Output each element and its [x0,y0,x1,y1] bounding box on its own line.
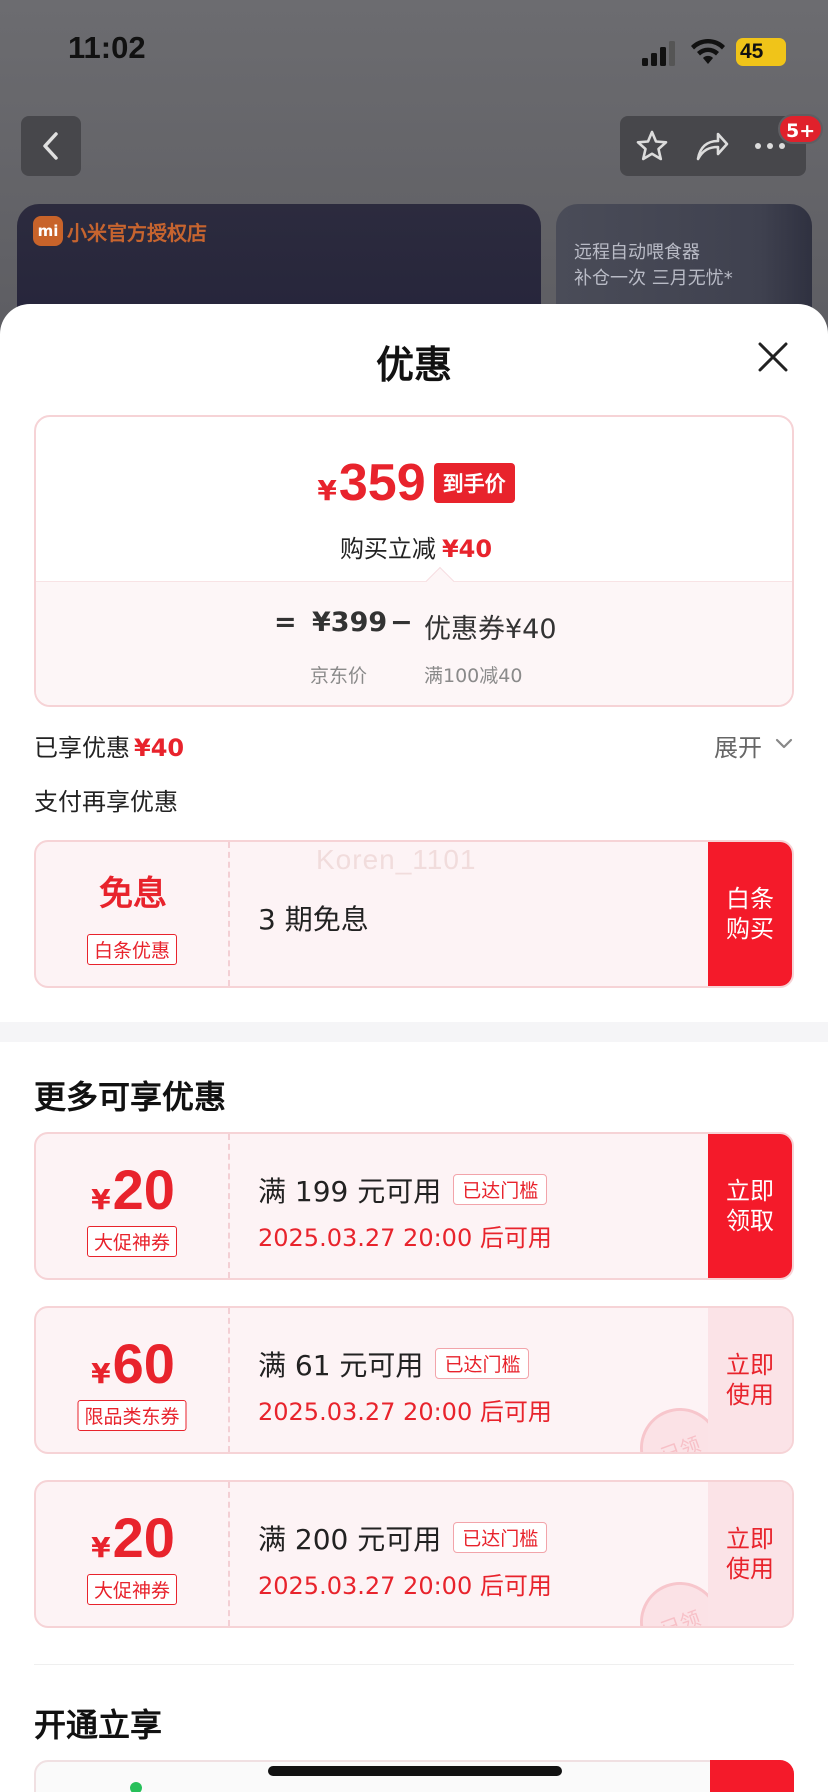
sheet-title: 优惠 [375,343,452,387]
coupon-condition-text: 满 61 元可用 [258,1349,424,1382]
status-time: 11:02 [68,30,146,65]
watermark: Koren_1101 [316,844,477,875]
chevron-down-icon[interactable] [774,736,794,752]
background-page: 11:02 45 5+ mi 小米官方授权店 远程自动喂食器 补仓一次 三月无忧… [0,0,828,364]
reduction-label: 购买立减 [339,535,436,563]
coupon-value: ¥60 [36,1334,230,1394]
final-price-currency: ¥ [317,474,337,507]
more-offers-title: 更多可享优惠 [34,1078,227,1116]
coupon-value-section: ¥60 限品类东券 [36,1308,230,1452]
coupon-valid-time: 2025.03.27 20:00 后可用 [258,1224,552,1252]
coupon-deduction: 优惠券¥40 [424,614,557,645]
back-icon [43,132,58,160]
interest-free-left: 免息 白条优惠 [36,842,230,986]
message-badge: 5+ [778,114,824,144]
coupon-currency: ¥ [91,1183,111,1216]
wifi-icon [691,38,725,64]
membership-offer-card[interactable] [34,1760,794,1792]
price-formula-area [36,581,792,705]
threshold-reached-badge: 已达门槛 [435,1348,530,1379]
favorite-button[interactable] [634,128,670,164]
threshold-reached-badge: 已达门槛 [453,1522,548,1553]
coupon-value-section: ¥20 大促神券 [36,1134,230,1278]
coupon-card: ¥20 大促神券 满 199 元可用 已达门槛 2025.03.27 20:00 … [34,1132,794,1280]
use-coupon-button[interactable]: 立即使用 [708,1482,792,1626]
membership-offers-title: 开通立享 [34,1706,163,1744]
membership-icon [130,1782,142,1792]
back-button[interactable] [21,116,81,176]
final-price-tag: 到手价 [433,463,515,503]
battery-text: 45 [740,40,764,63]
share-icon [696,132,729,161]
claim-coupon-button[interactable]: 立即领取 [708,1134,792,1278]
coupon-currency: ¥ [91,1357,111,1390]
coupon-amount: 20 [112,1506,175,1569]
threshold-reached-badge: 已达门槛 [453,1174,548,1205]
divider [34,1664,794,1665]
enjoyed-discount: 已享优惠 ¥40 [34,728,184,763]
more-icon [755,143,785,149]
signal-icon [642,41,675,66]
battery-level: 45 [736,38,786,66]
interest-free-desc: 3 期免息 [258,903,369,936]
use-coupon-button[interactable]: 立即使用 [708,1308,792,1452]
coupon-valid-time: 2025.03.27 20:00 后可用 [258,1398,552,1426]
star-icon [636,130,668,161]
coupon-value-section: ¥20 大促神券 [36,1482,230,1626]
price-breakdown-card: ¥ 359 到手价 购买立减 ¥40 = ¥399 − 优惠券¥40 京东价 满1… [34,415,794,707]
promo-line-1: 远程自动喂食器 [574,242,700,263]
jd-price: ¥399 [312,607,388,638]
interest-free-title: 免息 [99,874,167,914]
status-bar: 11:02 45 [0,0,828,104]
instant-reduction: 购买立减 ¥40 [36,529,792,564]
enjoyed-label: 已享优惠 [34,734,130,762]
reduction-amount: ¥40 [441,535,493,563]
xiaomi-logo: mi [33,216,63,246]
formula-minus: − [390,607,413,638]
coupon-condition: 满 61 元可用 已达门槛 [258,1344,530,1384]
coupon-rule: 满100减40 [424,665,523,687]
final-price: ¥ 359 到手价 [36,454,792,512]
baitiao-buy-button[interactable]: 白条购买 [708,842,792,986]
coupon-condition: 满 199 元可用 已达门槛 [258,1170,548,1210]
coupon-tag: 限品类东券 [77,1400,187,1431]
membership-action-button[interactable] [710,1760,794,1792]
coupon-value: ¥20 [36,1160,230,1220]
formula-equals: = [274,607,297,638]
coupon-card: ¥60 限品类东券 满 61 元可用 已达门槛 2025.03.27 20:00 … [34,1306,794,1454]
final-price-amount: 359 [338,454,426,512]
home-indicator [268,1766,562,1776]
coupon-tag: 大促神券 [86,1574,178,1605]
jd-price-label: 京东价 [310,665,368,687]
coupon-currency: ¥ [91,1531,111,1564]
interest-free-card: 免息 白条优惠 Koren_1101 3 期免息 白条购买 [34,840,794,988]
store-name: 小米官方授权店 [67,221,207,245]
coupon-tag: 大促神券 [86,1226,178,1257]
close-icon[interactable] [756,340,790,374]
coupon-card: ¥20 大促神券 满 200 元可用 已达门槛 2025.03.27 20:00 … [34,1480,794,1628]
interest-free-tag: 白条优惠 [86,934,178,965]
share-button[interactable] [694,128,730,164]
payment-offers-title: 支付再享优惠 [34,788,178,816]
coupon-amount: 60 [112,1332,175,1395]
coupon-condition-text: 满 200 元可用 [258,1523,442,1556]
promo-line-2: 补仓一次 三月无忧* [574,268,733,289]
enjoyed-amount: ¥40 [134,734,185,762]
coupon-condition-text: 满 199 元可用 [258,1175,442,1208]
discount-sheet: 优惠 ¥ 359 到手价 购买立减 ¥40 = ¥399 − 优惠券¥40 京东价… [0,304,828,1792]
coupon-valid-time: 2025.03.27 20:00 后可用 [258,1572,552,1600]
coupon-amount: 20 [112,1158,175,1221]
coupon-condition: 满 200 元可用 已达门槛 [258,1518,548,1558]
expand-button[interactable]: 展开 [714,728,762,763]
section-separator [0,1022,828,1042]
coupon-value: ¥20 [36,1508,230,1568]
